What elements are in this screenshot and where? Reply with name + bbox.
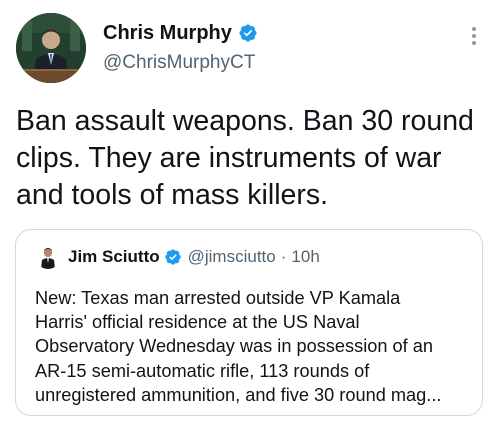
quoted-author-name[interactable]: Jim Sciutto [68,247,160,267]
quoted-tweet-card[interactable]: Jim Sciutto @jimsciutto · 10h New: Texas… [15,229,483,416]
quoted-author-avatar[interactable] [36,245,60,269]
avatar-photo-icon [16,13,86,83]
quoted-verified-badge-icon [164,248,182,266]
more-dot [472,27,476,31]
verified-badge-icon [238,23,258,43]
author-handle[interactable]: @ChrisMurphyCT [103,52,255,74]
author-name-row: Chris Murphy [103,19,258,47]
author-avatar[interactable] [16,13,86,83]
quoted-author-handle[interactable]: @jimsciutto [188,247,276,267]
more-dot [472,41,476,45]
author-name[interactable]: Chris Murphy [103,22,232,45]
quoted-timestamp[interactable]: 10h [291,247,319,267]
quoted-separator: · [280,247,287,266]
quoted-tweet-header: Jim Sciutto @jimsciutto · 10h [36,243,320,271]
quoted-avatar-photo-icon [36,245,60,269]
more-options-icon[interactable] [463,22,485,50]
quoted-tweet-text: New: Texas man arrested outside VP Kamal… [35,288,442,405]
tweet-text: Ban assault weapons. Ban 30 round clips.… [16,105,474,211]
more-dot [472,34,476,38]
